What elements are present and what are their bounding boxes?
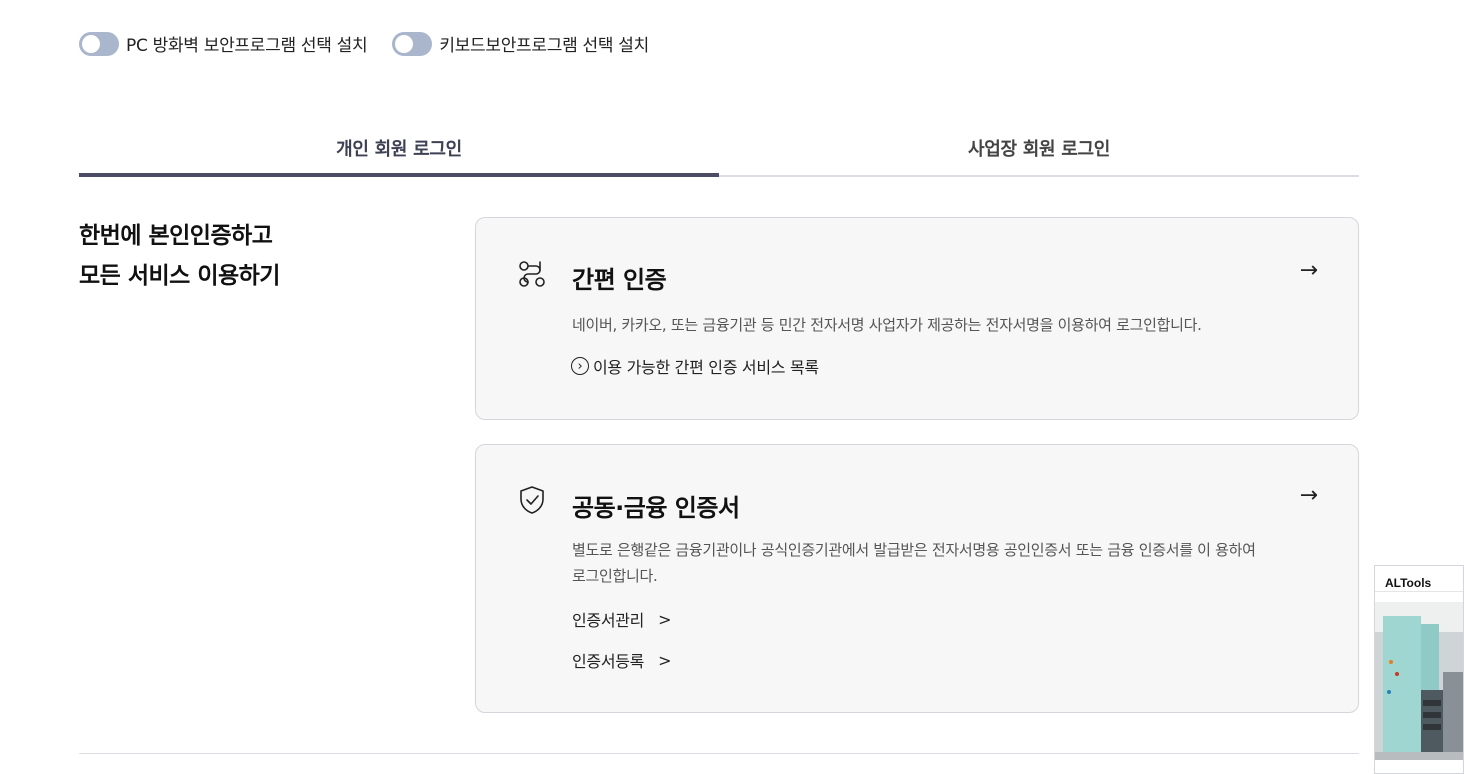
tab-business-login[interactable]: 사업장 회원 로그인 xyxy=(719,118,1359,175)
chevron-right-icon: > xyxy=(658,609,672,629)
simple-auth-service-list-label: 이용 가능한 간편 인증 서비스 목록 xyxy=(593,358,819,377)
intro-line-1: 한번에 본인인증하고 xyxy=(79,223,273,249)
login-type-tabs: 개인 회원 로그인 사업장 회원 로그인 xyxy=(79,118,1359,177)
certificate-description: 별도로 은행같은 금융기관이나 공식인증기관에서 발급받은 전자서명용 공인인증… xyxy=(572,541,1256,585)
certificate-register-link[interactable]: 인증서등록 > xyxy=(572,648,672,672)
keyboard-security-switch[interactable] xyxy=(392,31,433,56)
keyboard-security-toggle-label: 키보드보안프로그램 선택 설치 xyxy=(439,36,649,56)
simple-auth-description: 네이버, 카카오, 또는 금융기관 등 민간 전자서명 사업자가 제공하는 전자… xyxy=(572,316,1202,334)
certificate-arrow-icon[interactable]: → xyxy=(1300,483,1318,508)
bottom-divider xyxy=(79,753,1359,754)
tab-personal-login[interactable]: 개인 회원 로그인 xyxy=(79,118,719,177)
security-program-toggles: PC 방화벽 보안프로그램 선택 설치 키보드보안프로그램 선택 설치 xyxy=(79,31,674,56)
ad-title: ALTools xyxy=(1375,566,1463,592)
firewall-toggle-label: PC 방화벽 보안프로그램 선택 설치 xyxy=(126,36,368,56)
chevron-circle-icon: › xyxy=(571,357,589,375)
certificate-manage-link[interactable]: 인증서관리 > xyxy=(572,607,672,631)
simple-auth-title: 간편 인증 xyxy=(572,266,667,294)
route-icon xyxy=(519,261,545,287)
keyboard-security-toggle[interactable]: 키보드보안프로그램 선택 설치 xyxy=(392,31,649,56)
intro-heading: 한번에 본인인증하고 모든 서비스 이용하기 xyxy=(79,216,280,296)
shield-check-icon xyxy=(520,486,544,514)
firewall-toggle[interactable]: PC 방화벽 보안프로그램 선택 설치 xyxy=(79,31,368,56)
certificate-register-label: 인증서등록 xyxy=(572,652,645,671)
altools-ad[interactable]: ALTools xyxy=(1374,565,1464,774)
simple-auth-arrow-icon[interactable]: → xyxy=(1300,258,1318,283)
ad-image[interactable] xyxy=(1375,602,1464,760)
simple-auth-card[interactable]: 간편 인증 → 네이버, 카카오, 또는 금융기관 등 민간 전자서명 사업자가… xyxy=(475,217,1359,420)
certificate-title: 공동·금융 인증서 xyxy=(572,494,740,522)
simple-auth-service-list-link[interactable]: › 이용 가능한 간편 인증 서비스 목록 xyxy=(571,354,819,378)
chevron-right-icon: > xyxy=(658,650,672,670)
firewall-switch[interactable] xyxy=(79,31,119,56)
certificate-card[interactable]: 공동·금융 인증서 → 별도로 은행같은 금융기관이나 공식인증기관에서 발급받… xyxy=(475,444,1359,713)
intro-line-2: 모든 서비스 이용하기 xyxy=(79,263,280,289)
certificate-manage-label: 인증서관리 xyxy=(572,611,645,630)
